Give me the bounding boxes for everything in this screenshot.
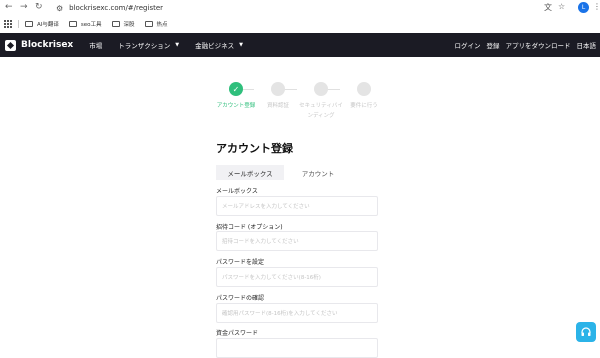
- download-app-link[interactable]: アプリをダウンロード: [506, 40, 571, 50]
- brand-name: Blockrisex: [21, 40, 74, 50]
- invite-code-label: 招待コード (オプション): [216, 224, 283, 231]
- bookmark-label: 热点: [156, 22, 168, 28]
- menu-item-market[interactable]: 市場: [89, 40, 102, 50]
- bookmark-label: AI与翻译: [37, 22, 59, 28]
- login-link[interactable]: ログイン: [455, 40, 481, 50]
- email-field[interactable]: メールアドレスを入力してください: [216, 196, 378, 216]
- site-settings-icon[interactable]: ⚙: [56, 4, 63, 13]
- password-label: パスワードを設定: [216, 259, 265, 266]
- translate-icon[interactable]: 文: [544, 2, 552, 13]
- password-placeholder: パスワードを入力してください(8-16桁): [222, 275, 321, 281]
- forward-icon[interactable]: →: [20, 2, 28, 12]
- confirm-password-label: パスワードの確認: [216, 295, 265, 302]
- confirm-password-placeholder: 確認用パスワード(8-16桁)を入力してください: [222, 311, 338, 317]
- bookmark-item[interactable]: 热点: [144, 20, 168, 28]
- menu-label: トランザクション: [118, 42, 171, 50]
- email-placeholder: メールアドレスを入力してください: [222, 204, 310, 210]
- email-label: メールボックス: [216, 188, 258, 195]
- language-selector[interactable]: 日本語: [577, 40, 597, 50]
- folder-icon: [25, 21, 33, 27]
- register-link[interactable]: 登録: [487, 40, 500, 50]
- invite-code-placeholder: 招待コードを入力してください: [222, 239, 299, 245]
- bookmark-star-icon[interactable]: ☆: [558, 2, 565, 11]
- folder-icon: [68, 21, 77, 27]
- fund-password-label: 資金パスワード: [216, 330, 259, 337]
- folder-icon: [144, 21, 153, 27]
- headset-icon: [581, 327, 591, 336]
- form-fields: メールボックス メールアドレスを入力してください 招待コード (オプション) 招…: [216, 0, 386, 358]
- nav-right: ログイン 登録 アプリをダウンロード 日本語: [449, 33, 597, 57]
- bookmark-label: 深股: [123, 22, 135, 28]
- menu-label: 市場: [89, 42, 103, 50]
- divider: [18, 20, 19, 28]
- url-text[interactable]: blockrisexc.com/#/register: [69, 4, 163, 12]
- bookmark-item[interactable]: 深股: [111, 20, 135, 28]
- bookmark-item[interactable]: AI与翻译: [25, 20, 59, 28]
- brand-logo-link[interactable]: Blockrisex: [5, 39, 74, 51]
- apps-grid-icon[interactable]: [4, 20, 12, 28]
- password-field[interactable]: パスワードを入力してください(8-16桁): [216, 267, 378, 287]
- reload-icon[interactable]: ↻: [35, 2, 43, 12]
- folder-icon: [111, 21, 120, 27]
- confirm-password-field[interactable]: 確認用パスワード(8-16桁)を入力してください: [216, 303, 378, 323]
- invite-code-field[interactable]: 招待コードを入力してください: [216, 231, 378, 251]
- brand-logo-icon: [5, 39, 16, 51]
- customer-support-button[interactable]: [576, 322, 596, 342]
- menu-item-transaction[interactable]: トランザクション ▼: [118, 40, 179, 50]
- back-icon[interactable]: ←: [5, 2, 13, 12]
- profile-avatar[interactable]: L: [578, 2, 589, 13]
- bookmark-item[interactable]: seo工具: [68, 20, 102, 28]
- bookmark-label: seo工具: [80, 22, 102, 28]
- fund-password-field[interactable]: [216, 338, 378, 358]
- caret-down-icon: ▼: [175, 42, 180, 48]
- more-menu-icon[interactable]: ⋮: [593, 2, 600, 11]
